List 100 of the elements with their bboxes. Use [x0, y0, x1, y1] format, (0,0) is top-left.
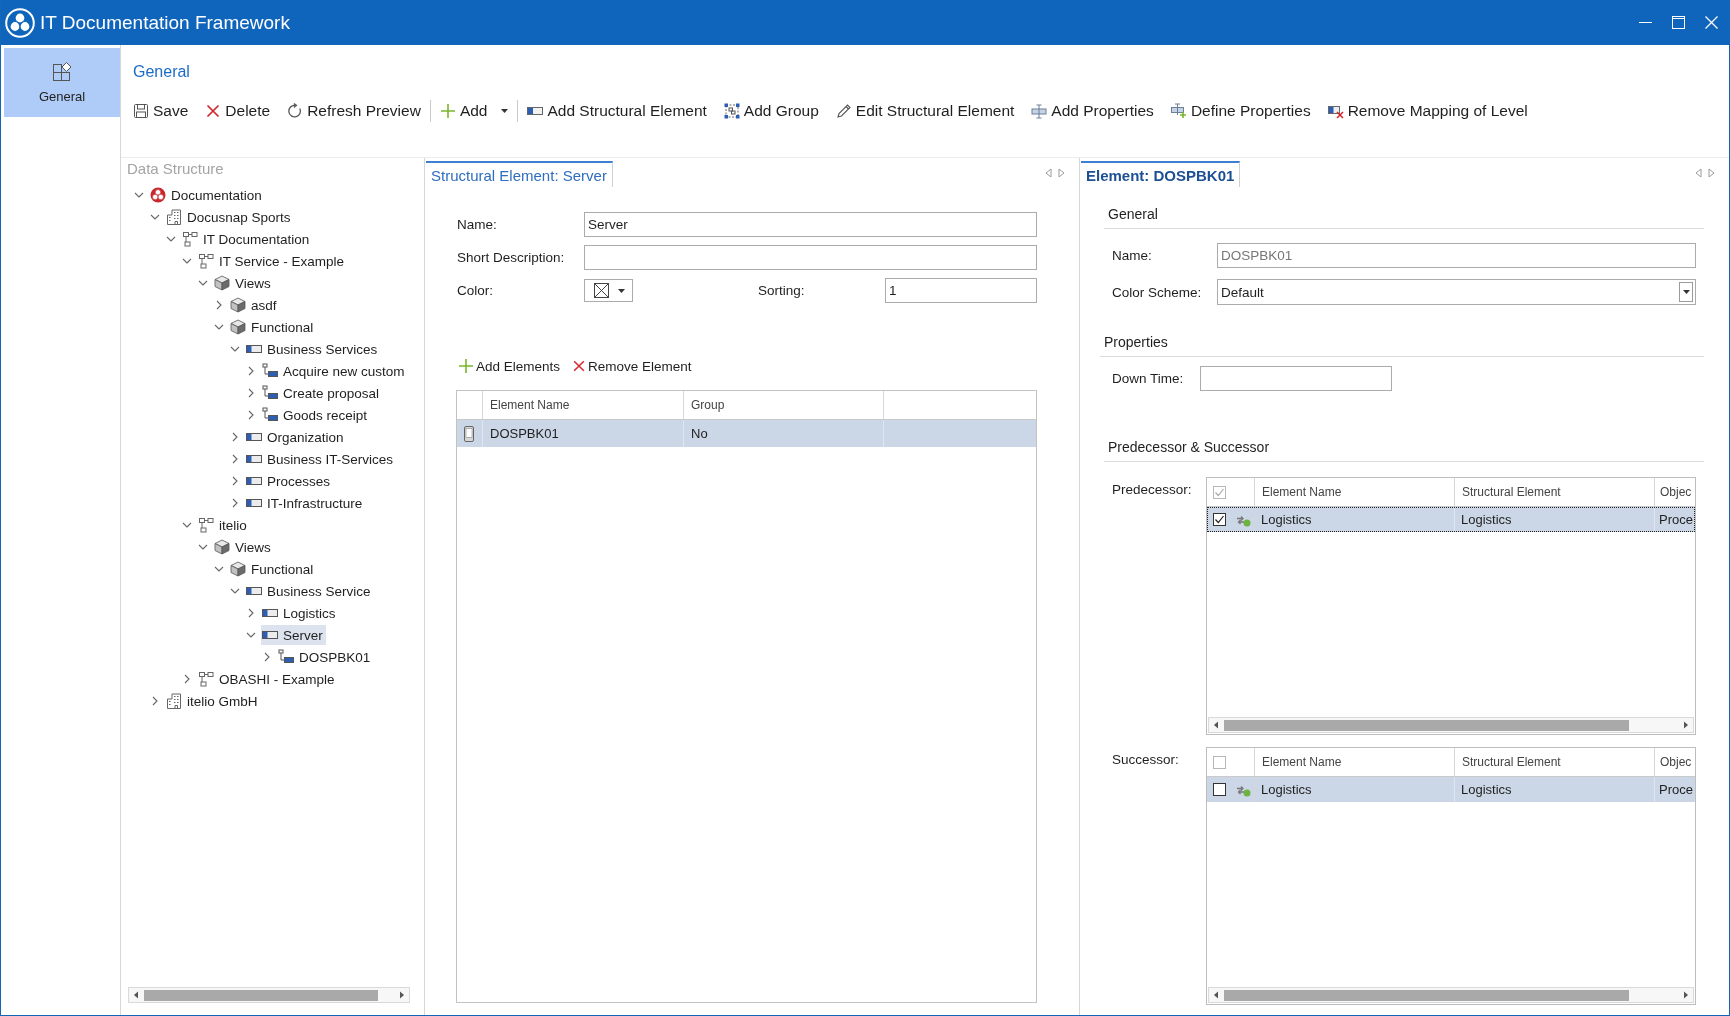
- tree-item[interactable]: Server: [261, 625, 326, 645]
- pencil-icon: [835, 103, 852, 119]
- cube-icon: [230, 319, 246, 335]
- action-button[interactable]: Add Elements: [458, 356, 561, 376]
- table-row[interactable]: DOSPBK01 No: [457, 420, 1036, 447]
- close-icon: [1705, 16, 1718, 29]
- toolbar-button[interactable]: Save: [128, 99, 194, 123]
- table-row[interactable]: Logistics Logistics Proce: [1207, 507, 1695, 532]
- scrollbar-thumb[interactable]: [1224, 989, 1629, 1001]
- column-header[interactable]: Element Name: [483, 391, 684, 419]
- checkbox[interactable]: [1213, 513, 1226, 526]
- toolbar-button[interactable]: Remove Mapping of Level: [1322, 99, 1533, 123]
- cube-icon: [230, 297, 246, 313]
- color-picker[interactable]: [584, 279, 633, 302]
- field-label: Successor:: [1112, 752, 1179, 767]
- tree-item[interactable]: itelio: [197, 515, 250, 535]
- hierarchy-icon: [198, 253, 214, 269]
- minimize-icon: [1639, 22, 1652, 23]
- tree-item[interactable]: Docusnap Sports: [165, 207, 294, 227]
- triangle-right-icon[interactable]: [1058, 168, 1065, 178]
- cube-icon: [214, 539, 230, 555]
- tree-item[interactable]: Business IT-Services: [245, 449, 397, 469]
- column-header[interactable]: Element Name: [1255, 748, 1455, 776]
- checkbox[interactable]: [1213, 783, 1226, 796]
- color-scheme-dropdown[interactable]: Default: [1217, 279, 1696, 305]
- tree-item[interactable]: asdf: [229, 295, 280, 315]
- column-header[interactable]: Group: [684, 391, 884, 419]
- triangle-right-icon[interactable]: [1708, 168, 1715, 178]
- input-field[interactable]: Server: [584, 212, 1037, 237]
- tree-item[interactable]: Create proposal: [261, 383, 383, 403]
- section-title: Properties: [1104, 334, 1168, 350]
- tree-item[interactable]: Business Services: [245, 339, 381, 359]
- table-cell-text: Proce: [1658, 781, 1694, 799]
- three-circles-icon: [150, 187, 166, 203]
- panel-title: Data Structure: [127, 159, 224, 179]
- toolbar-button[interactable]: Add Group: [718, 99, 824, 123]
- toolbar-button[interactable]: Refresh Preview: [282, 99, 426, 123]
- column-header[interactable]: Structural Element: [1455, 478, 1655, 506]
- caret-icon: [1682, 290, 1690, 294]
- tab[interactable]: Structural Element: Server: [426, 161, 613, 187]
- tree-item[interactable]: Functional: [229, 317, 317, 337]
- tree-item[interactable]: Business Service: [245, 581, 374, 601]
- tree-item[interactable]: itelio GmbH: [165, 691, 261, 711]
- table-cell: Logistics: [1455, 507, 1655, 532]
- toolbar-button[interactable]: Delete: [200, 99, 276, 123]
- column-header[interactable]: Element Name: [1255, 478, 1455, 506]
- triangle-left-icon[interactable]: [1045, 168, 1052, 178]
- group-frame-icon: [723, 103, 740, 119]
- toolbar-button[interactable]: Add Properties: [1026, 99, 1159, 123]
- triangle-left-icon[interactable]: [1695, 168, 1702, 178]
- branch-icon: [278, 649, 294, 665]
- tree-item[interactable]: IT-Infrastructure: [245, 493, 366, 513]
- tree-item[interactable]: Logistics: [261, 603, 339, 623]
- table-row[interactable]: Logistics Logistics Proce: [1207, 777, 1695, 802]
- table-cell: No: [684, 420, 884, 447]
- hierarchy-icon: [182, 231, 198, 247]
- toolbar-button[interactable]: Define Properties: [1165, 99, 1316, 123]
- tree-item[interactable]: IT Documentation: [181, 229, 313, 249]
- tree-item[interactable]: Documentation: [149, 185, 265, 205]
- maximize-icon: [1672, 16, 1685, 29]
- tree-item[interactable]: OBASHI - Example: [197, 669, 338, 689]
- column-header[interactable]: Structural Element: [1455, 748, 1655, 776]
- cross-icon: [572, 359, 587, 373]
- field-label: Color Scheme:: [1112, 284, 1202, 300]
- scrollbar-thumb[interactable]: [144, 989, 378, 1001]
- scrollbar-thumb[interactable]: [1224, 719, 1629, 731]
- input-field[interactable]: 1: [885, 278, 1037, 303]
- tree-item[interactable]: Functional: [229, 559, 317, 579]
- plus-icon: [439, 103, 456, 119]
- tree-item[interactable]: Organization: [245, 427, 347, 447]
- toolbar-button[interactable]: Add: [434, 99, 514, 123]
- tree-item[interactable]: IT Service - Example: [197, 251, 348, 271]
- branch-icon: [262, 363, 278, 379]
- grid-diamond-icon: [51, 61, 73, 83]
- horizontal-scrollbar[interactable]: [1208, 717, 1694, 733]
- checkbox[interactable]: [1213, 485, 1226, 499]
- horizontal-scrollbar[interactable]: [1208, 987, 1694, 1003]
- tree-item[interactable]: Views: [213, 273, 274, 293]
- table-cell: Logistics: [1255, 777, 1455, 802]
- toolbar-button[interactable]: Add Structural Element: [522, 99, 712, 123]
- dropdown-button[interactable]: [1679, 282, 1693, 302]
- toolbar-button[interactable]: Edit Structural Element: [830, 99, 1020, 123]
- ribbon-title: General: [133, 62, 190, 82]
- tree-item[interactable]: Goods receipt: [261, 405, 371, 425]
- tab[interactable]: Element: DOSPBK01: [1081, 161, 1241, 187]
- input-field[interactable]: [584, 245, 1037, 270]
- action-button[interactable]: Remove Element: [572, 356, 692, 376]
- building-icon: [166, 693, 182, 709]
- tree-item[interactable]: Processes: [245, 471, 334, 491]
- nav-tile[interactable]: General: [4, 48, 120, 117]
- column-header[interactable]: Objec: [1655, 748, 1695, 776]
- horizontal-scrollbar[interactable]: [128, 987, 410, 1003]
- input-field[interactable]: [1200, 366, 1392, 391]
- tree-item[interactable]: Acquire new custom: [261, 361, 408, 381]
- field-label: Down Time:: [1112, 371, 1184, 386]
- column-header[interactable]: Objec: [1655, 478, 1695, 506]
- tree-item[interactable]: Views: [213, 537, 274, 557]
- tree-item[interactable]: DOSPBK01: [277, 647, 374, 667]
- section-title: Predecessor & Successor: [1108, 439, 1270, 455]
- checkbox[interactable]: [1213, 755, 1226, 769]
